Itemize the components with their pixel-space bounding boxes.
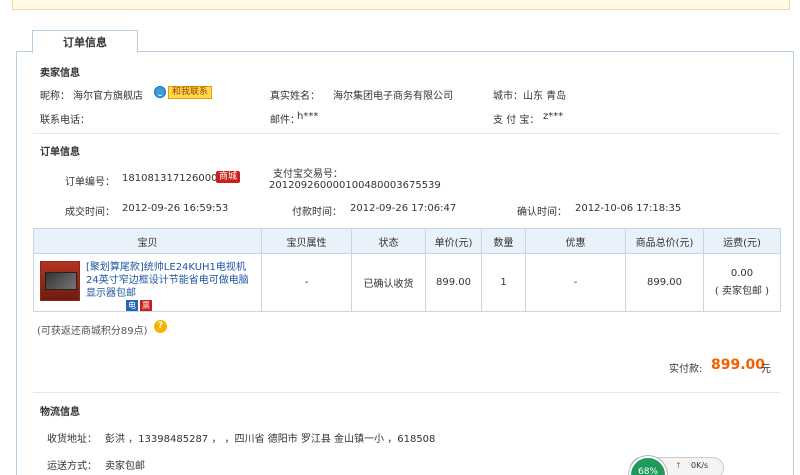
deal-time-label: 成交时间：	[65, 207, 115, 218]
upload-arrow-icon: ↑	[675, 461, 682, 470]
seller-email: h***	[297, 111, 319, 122]
payment-amount: 899.00	[711, 357, 766, 373]
item-status: 已确认收货	[351, 253, 426, 312]
notice-strip	[12, 0, 790, 10]
seller-nickname: 海尔官方旗舰店	[73, 91, 143, 102]
speed-gauge: 68%	[629, 456, 667, 475]
payment-label: 实付款:	[669, 364, 703, 375]
product-link[interactable]: [聚划算尾款]统帅LE24KUH1电视机24英寸窄边框设计节能省电可做电脑显示器…	[86, 261, 254, 300]
seller-section-title: 卖家信息	[40, 68, 80, 79]
seller-realname: 海尔集团电子商务有限公司	[333, 91, 453, 102]
address-label: 收货地址：	[47, 434, 97, 445]
e-invoice-icon: 电	[126, 300, 138, 311]
mall-badge: 商城	[216, 171, 241, 183]
col-header-price: 单价(元)	[425, 228, 482, 254]
item-price: 899.00	[425, 253, 482, 312]
pay-time-label: 付款时间：	[292, 207, 342, 218]
alipay-trade-label: 支付宝交易号：	[273, 169, 343, 180]
table-row: [聚划算尾款]统帅LE24KUH1电视机24英寸窄边框设计节能省电可做电脑显示器…	[33, 253, 781, 312]
item-attrs: -	[261, 253, 352, 312]
seller-nickname-label: 昵称：	[40, 91, 70, 102]
tv-screen	[45, 272, 77, 290]
confirm-time-label: 确认时间：	[517, 207, 567, 218]
seller-city-label: 城市：	[493, 91, 523, 102]
col-header-discount: 优惠	[525, 228, 626, 254]
pay-time: 2012-09-26 17:06:47	[350, 203, 457, 214]
chat-face-icon	[154, 86, 166, 98]
seller-phone-label: 联系电话：	[40, 115, 90, 126]
item-qty: 1	[481, 253, 526, 312]
order-number-label: 订单编号：	[65, 177, 115, 188]
contact-button-label: 和我联系	[168, 85, 213, 99]
shipping-address: 彭洪 ，13398485287 ， ，四川省 德阳市 罗江县 金山镇一小 ，61…	[105, 434, 436, 445]
product-thumbnail[interactable]	[40, 261, 80, 301]
order-section-title: 订单信息	[40, 147, 80, 158]
contact-seller-button[interactable]: 和我联系	[154, 85, 213, 99]
order-items-table: 宝贝 宝贝属性 状态 单价(元) 数量 优惠 商品总价(元) 运费(元) [聚划…	[33, 228, 781, 312]
item-cell: [聚划算尾款]统帅LE24KUH1电视机24英寸窄边框设计节能省电可做电脑显示器…	[33, 253, 262, 312]
deal-time: 2012-09-26 16:59:53	[122, 203, 229, 214]
speed-rate: 0K/s	[691, 461, 709, 470]
alipay-trade-number: 2012092600001004800036755​39	[269, 180, 441, 191]
seller-city: 山东 青岛	[523, 91, 567, 102]
tab-order-info[interactable]: 订单信息	[32, 30, 138, 53]
divider	[33, 392, 780, 393]
item-discount: -	[525, 253, 626, 312]
item-shipping-cell: 0.00 ( 卖家包邮 )	[703, 253, 781, 312]
payment-unit: 元	[761, 364, 771, 375]
order-number: 181081317126000	[122, 173, 218, 184]
col-header-item: 宝贝	[33, 228, 262, 254]
item-shipping: 0.00	[730, 268, 754, 279]
col-header-qty: 数量	[481, 228, 526, 254]
network-speed-widget[interactable]: 68% ↑ 0K/s	[629, 456, 724, 475]
divider	[33, 133, 780, 134]
logistics-section-title: 物流信息	[40, 407, 80, 418]
table-header-row: 宝贝 宝贝属性 状态 单价(元) 数量 优惠 商品总价(元) 运费(元)	[33, 228, 781, 254]
col-header-total: 商品总价(元)	[625, 228, 704, 254]
points-note: (可获返还商城积分89点)	[37, 326, 148, 337]
col-header-status: 状态	[351, 228, 426, 254]
help-icon[interactable]: ?	[154, 320, 167, 333]
confirm-time: 2012-10-06 17:18:35	[575, 203, 682, 214]
col-header-shipping: 运费(元)	[703, 228, 781, 254]
shipping-method: 卖家包邮	[105, 461, 145, 472]
item-shipping-note: ( 卖家包邮 )	[714, 286, 770, 297]
item-total: 899.00	[625, 253, 704, 312]
seller-alipay: z***	[543, 111, 564, 122]
seller-alipay-label: 支 付 宝：	[493, 115, 540, 126]
col-header-attrs: 宝贝属性	[261, 228, 352, 254]
seller-email-label: 邮件：	[270, 115, 300, 126]
seller-realname-label: 真实姓名：	[270, 91, 320, 102]
shipping-method-label: 运送方式：	[47, 461, 97, 472]
invoice-icon: 票	[140, 300, 152, 311]
